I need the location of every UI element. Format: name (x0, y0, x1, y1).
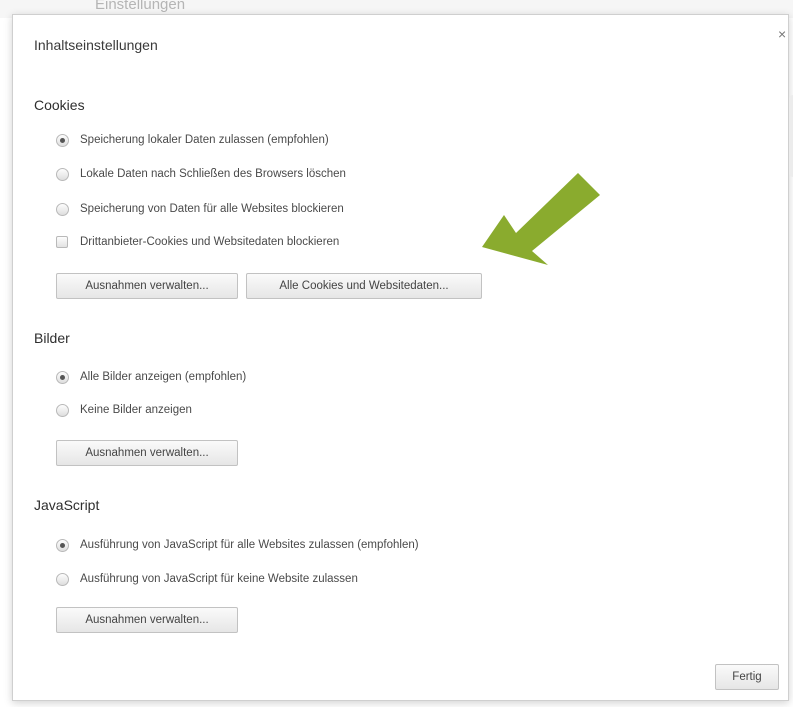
content-settings-dialog: Inhaltseinstellungen × Cookies Speicheru… (12, 14, 793, 701)
radio-option-show-no-images[interactable]: Keine Bilder anzeigen (56, 401, 192, 419)
checkbox[interactable] (56, 236, 68, 248)
arrow-pointing-down-left-icon (482, 173, 600, 265)
checkbox-label: Drittanbieter-Cookies und Websitedaten b… (80, 236, 340, 248)
dialog-title: Inhaltseinstellungen (34, 37, 158, 53)
all-cookies-and-site-data-button[interactable]: Alle Cookies und Websitedaten... (246, 273, 482, 299)
cookies-manage-exceptions-button[interactable]: Ausnahmen verwalten... (56, 273, 238, 299)
arrow-shape (482, 173, 600, 265)
background-page-title: Einstellungen (95, 0, 186, 13)
images-manage-exceptions-button[interactable]: Ausnahmen verwalten... (56, 440, 238, 466)
radio-option-show-all-images[interactable]: Alle Bilder anzeigen (empfohlen) (56, 368, 246, 386)
radio-option-allow-local-data[interactable]: Speicherung lokaler Daten zulassen (empf… (56, 131, 329, 149)
radio-label: Alle Bilder anzeigen (empfohlen) (80, 371, 247, 383)
radio-option-block-all-data[interactable]: Speicherung von Daten für alle Websites … (56, 200, 344, 218)
radio-label: Lokale Daten nach Schließen des Browsers… (80, 168, 346, 180)
radio-button[interactable] (56, 538, 69, 552)
section-title-cookies: Cookies (34, 97, 85, 113)
radio-label: Keine Bilder anzeigen (80, 404, 192, 416)
radio-button[interactable] (56, 572, 69, 586)
radio-button[interactable] (56, 202, 69, 216)
radio-option-clear-on-exit[interactable]: Lokale Daten nach Schließen des Browsers… (56, 165, 346, 183)
javascript-manage-exceptions-button[interactable]: Ausnahmen verwalten... (56, 607, 238, 633)
radio-button[interactable] (56, 370, 69, 384)
radio-label: Speicherung von Daten für alle Websites … (80, 203, 344, 215)
done-button[interactable]: Fertig (715, 664, 779, 690)
radio-label: Speicherung lokaler Daten zulassen (empf… (80, 134, 329, 146)
section-title-images: Bilder (34, 330, 70, 346)
radio-button[interactable] (56, 403, 69, 417)
section-title-javascript: JavaScript (34, 497, 100, 513)
radio-label: Ausführung von JavaScript für alle Websi… (80, 539, 419, 551)
radio-button[interactable] (56, 133, 69, 147)
close-icon[interactable]: × (778, 26, 786, 42)
radio-label: Ausführung von JavaScript für keine Webs… (80, 573, 358, 585)
scrollbar-thumb[interactable] (789, 95, 793, 177)
radio-option-allow-javascript[interactable]: Ausführung von JavaScript für alle Websi… (56, 536, 419, 554)
radio-button[interactable] (56, 167, 69, 181)
radio-option-block-javascript[interactable]: Ausführung von JavaScript für keine Webs… (56, 570, 358, 588)
checkbox-option-block-third-party[interactable]: Drittanbieter-Cookies und Websitedaten b… (56, 233, 339, 251)
